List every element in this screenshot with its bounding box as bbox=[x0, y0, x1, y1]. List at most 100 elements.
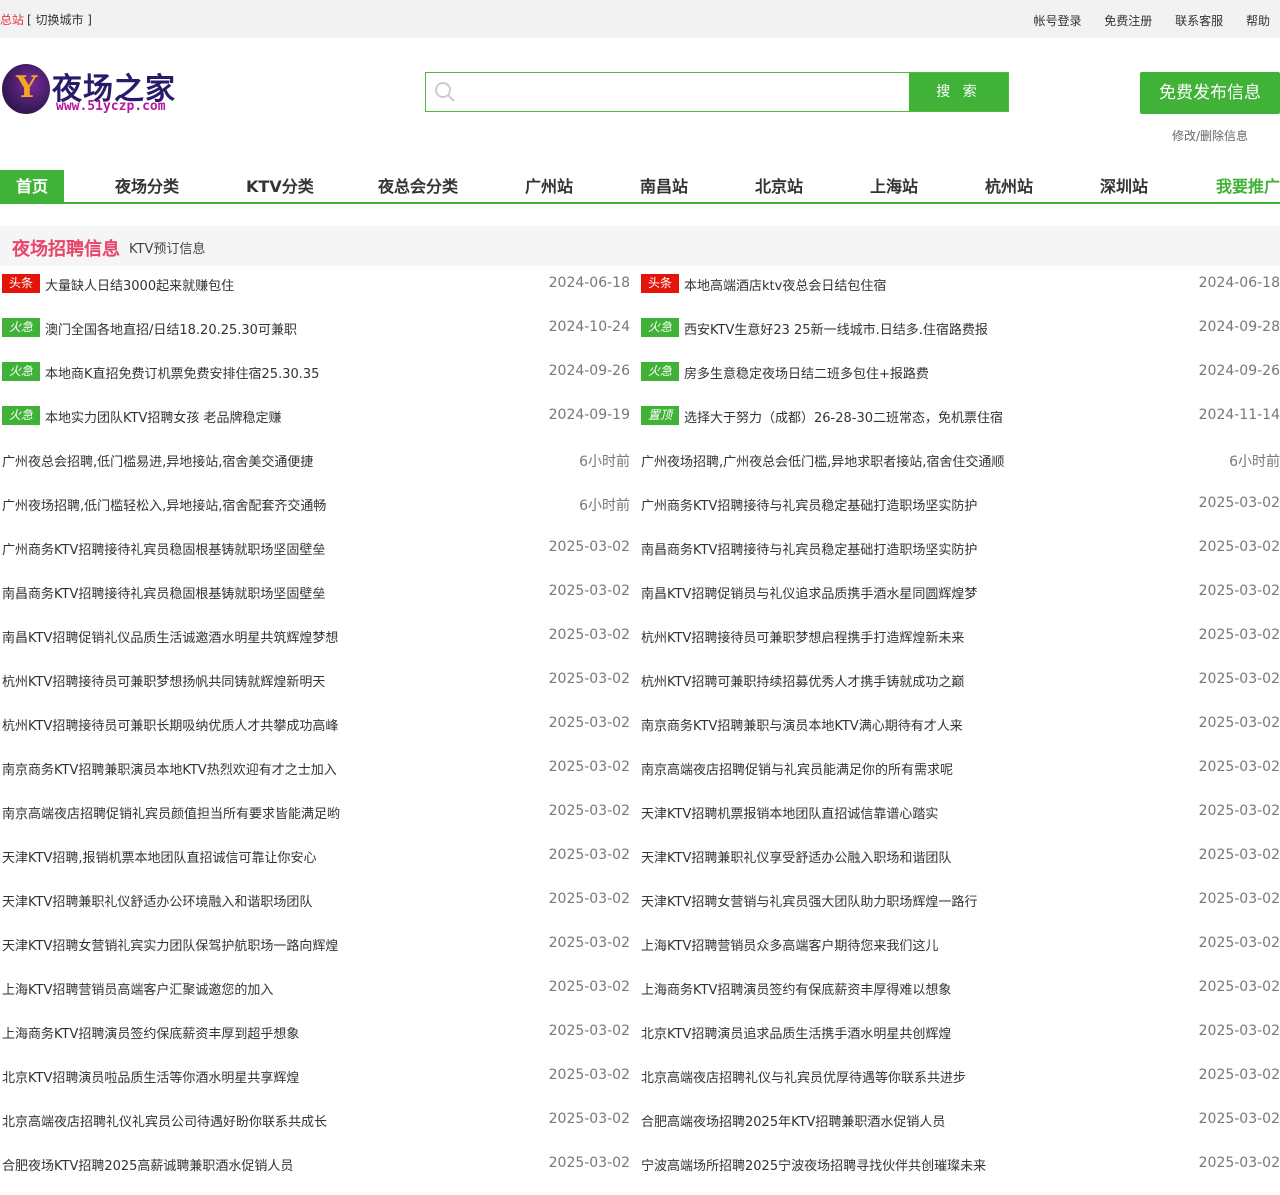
nav-nanchang[interactable]: 南昌站 bbox=[640, 170, 688, 202]
list-item[interactable]: 天津KTV招聘,报销机票本地团队直招诚信可靠让你安心 2025-03-02 bbox=[0, 834, 630, 878]
item-title-link[interactable]: 广州商务KTV招聘接待与礼宾员稳定基础打造职场坚实防护 bbox=[641, 495, 977, 514]
section-title[interactable]: 夜场招聘信息 bbox=[12, 235, 120, 261]
list-item[interactable]: 北京KTV招聘演员追求品质生活携手酒水明星共创辉煌 2025-03-02 bbox=[639, 1010, 1280, 1054]
item-title-link[interactable]: 北京KTV招聘演员追求品质生活携手酒水明星共创辉煌 bbox=[641, 1023, 951, 1042]
list-item[interactable]: 南京商务KTV招聘兼职演员本地KTV热烈欢迎有才之士加入 2025-03-02 bbox=[0, 746, 630, 790]
item-title-link[interactable]: 南京商务KTV招聘兼职演员本地KTV热烈欢迎有才之士加入 bbox=[2, 759, 337, 778]
list-item[interactable]: 南京高端夜店招聘促销与礼宾员能满足你的所有需求呢 2025-03-02 bbox=[639, 746, 1280, 790]
search-button[interactable]: 搜 索 bbox=[909, 73, 1008, 111]
list-item[interactable]: 广州商务KTV招聘接待礼宾员稳固根基铸就职场坚固壁垒 2025-03-02 bbox=[0, 526, 630, 570]
item-title-link[interactable]: 北京高端夜店招聘礼仪与礼宾员优厚待遇等你联系共进步 bbox=[641, 1067, 966, 1086]
list-item[interactable]: 合肥夜场KTV招聘2025高薪诚聘兼职酒水促销人员 2025-03-02 bbox=[0, 1142, 630, 1186]
list-item[interactable]: 南京高端夜店招聘促销礼宾员颜值担当所有要求皆能满足哟 2025-03-02 bbox=[0, 790, 630, 834]
publish-button[interactable]: 免费发布信息 bbox=[1140, 72, 1280, 114]
list-item[interactable]: 火急 西安KTV生意好23 25新一线城市.日结多.住宿路费报 2024-09-28 bbox=[639, 306, 1280, 350]
item-title-link[interactable]: 宁波高端场所招聘2025宁波夜场招聘寻找伙伴共创璀璨未来 bbox=[641, 1155, 986, 1174]
list-item[interactable]: 上海KTV招聘营销员高端客户汇聚诚邀您的加入 2025-03-02 bbox=[0, 966, 630, 1010]
nav-ktv-category[interactable]: KTV分类 bbox=[246, 170, 314, 202]
list-item[interactable]: 头条 本地高端酒店ktv夜总会日结包住宿 2024-06-18 bbox=[639, 262, 1280, 306]
item-title-link[interactable]: 本地实力团队KTV招聘女孩 老品牌稳定赚 bbox=[45, 407, 281, 426]
item-title-link[interactable]: 南京商务KTV招聘兼职与演员本地KTV满心期待有才人来 bbox=[641, 715, 963, 734]
item-title-link[interactable]: 南昌商务KTV招聘接待与礼宾员稳定基础打造职场坚实防护 bbox=[641, 539, 977, 558]
item-title-link[interactable]: 北京高端夜店招聘礼仪礼宾员公司待遇好盼你联系共成长 bbox=[2, 1111, 327, 1130]
list-item[interactable]: 上海商务KTV招聘演员签约保底薪资丰厚到超乎想象 2025-03-02 bbox=[0, 1010, 630, 1054]
list-item[interactable]: 上海商务KTV招聘演员签约有保底薪资丰厚得难以想象 2025-03-02 bbox=[639, 966, 1280, 1010]
site-logo[interactable]: Y 夜场之家 www.51yczp.com bbox=[0, 60, 200, 120]
item-title-link[interactable]: 广州夜总会招聘,低门槛易进,异地接站,宿舍美交通便捷 bbox=[2, 451, 313, 470]
contact-link[interactable]: 联系客服 bbox=[1156, 14, 1223, 28]
item-title-link[interactable]: 合肥夜场KTV招聘2025高薪诚聘兼职酒水促销人员 bbox=[2, 1155, 293, 1174]
list-item[interactable]: 置顶 选择大于努力（成都）26-28-30二班常态，免机票住宿 2024-11-14 bbox=[639, 394, 1280, 438]
item-title-link[interactable]: 上海商务KTV招聘演员签约保底薪资丰厚到超乎想象 bbox=[2, 1023, 299, 1042]
item-title-link[interactable]: 广州商务KTV招聘接待礼宾员稳固根基铸就职场坚固壁垒 bbox=[2, 539, 325, 558]
nav-beijing[interactable]: 北京站 bbox=[755, 170, 803, 202]
item-title-link[interactable]: 合肥高端夜场招聘2025年KTV招聘兼职酒水促销人员 bbox=[641, 1111, 945, 1130]
list-item[interactable]: 天津KTV招聘兼职礼仪舒适办公环境融入和谐职场团队 2025-03-02 bbox=[0, 878, 630, 922]
list-item[interactable]: 合肥高端夜场招聘2025年KTV招聘兼职酒水促销人员 2025-03-02 bbox=[639, 1098, 1280, 1142]
item-title-link[interactable]: 天津KTV招聘机票报销本地团队直招诚信靠谱心踏实 bbox=[641, 803, 938, 822]
item-title-link[interactable]: 本地高端酒店ktv夜总会日结包住宿 bbox=[684, 275, 886, 294]
item-title-link[interactable]: 南京高端夜店招聘促销与礼宾员能满足你的所有需求呢 bbox=[641, 759, 953, 778]
list-item[interactable]: 火急 房多生意稳定夜场日结二班多包住+报路费 2024-09-26 bbox=[639, 350, 1280, 394]
list-item[interactable]: 头条 大量缺人日结3000起来就赚包住 2024-06-18 bbox=[0, 262, 630, 306]
list-item[interactable]: 火急 本地实力团队KTV招聘女孩 老品牌稳定赚 2024-09-19 bbox=[0, 394, 630, 438]
item-title-link[interactable]: 杭州KTV招聘接待员可兼职梦想启程携手打造辉煌新未来 bbox=[641, 627, 964, 646]
nav-nightclub-category[interactable]: 夜场分类 bbox=[115, 170, 179, 202]
list-item[interactable]: 杭州KTV招聘接待员可兼职梦想扬帆共同铸就辉煌新明天 2025-03-02 bbox=[0, 658, 630, 702]
nav-promote[interactable]: 我要推广 bbox=[1216, 170, 1280, 202]
list-item[interactable]: 南昌商务KTV招聘接待与礼宾员稳定基础打造职场坚实防护 2025-03-02 bbox=[639, 526, 1280, 570]
list-item[interactable]: 上海KTV招聘营销员众多高端客户期待您来我们这儿 2025-03-02 bbox=[639, 922, 1280, 966]
item-title-link[interactable]: 北京KTV招聘演员啦品质生活等你酒水明星共享辉煌 bbox=[2, 1067, 299, 1086]
item-title-link[interactable]: 天津KTV招聘女营销与礼宾员强大团队助力职场辉煌一路行 bbox=[641, 891, 977, 910]
list-item[interactable]: 北京高端夜店招聘礼仪与礼宾员优厚待遇等你联系共进步 2025-03-02 bbox=[639, 1054, 1280, 1098]
item-title-link[interactable]: 上海商务KTV招聘演员签约有保底薪资丰厚得难以想象 bbox=[641, 979, 951, 998]
item-title-link[interactable]: 选择大于努力（成都）26-28-30二班常态，免机票住宿 bbox=[684, 407, 1003, 426]
nav-shanghai[interactable]: 上海站 bbox=[870, 170, 918, 202]
item-title-link[interactable]: 天津KTV招聘女营销礼宾实力团队保驾护航职场一路向辉煌 bbox=[2, 935, 338, 954]
item-title-link[interactable]: 南昌KTV招聘促销礼仪品质生活诚邀酒水明星共筑辉煌梦想 bbox=[2, 627, 338, 646]
list-item[interactable]: 天津KTV招聘兼职礼仪享受舒适办公融入职场和谐团队 2025-03-02 bbox=[639, 834, 1280, 878]
list-item[interactable]: 北京高端夜店招聘礼仪礼宾员公司待遇好盼你联系共成长 2025-03-02 bbox=[0, 1098, 630, 1142]
list-item[interactable]: 南昌商务KTV招聘接待礼宾员稳固根基铸就职场坚固壁垒 2025-03-02 bbox=[0, 570, 630, 614]
section-subtitle[interactable]: KTV预订信息 bbox=[129, 238, 205, 257]
home-station-link[interactable]: 总站 bbox=[0, 11, 24, 28]
list-item[interactable]: 杭州KTV招聘接待员可兼职梦想启程携手打造辉煌新未来 2025-03-02 bbox=[639, 614, 1280, 658]
list-item[interactable]: 宁波高端场所招聘2025宁波夜场招聘寻找伙伴共创璀璨未来 2025-03-02 bbox=[639, 1142, 1280, 1186]
list-item[interactable]: 广州夜总会招聘,低门槛易进,异地接站,宿舍美交通便捷 6小时前 bbox=[0, 438, 630, 482]
item-title-link[interactable]: 南昌KTV招聘促销员与礼仪追求品质携手酒水星同圆辉煌梦 bbox=[641, 583, 977, 602]
list-item[interactable]: 天津KTV招聘机票报销本地团队直招诚信靠谱心踏实 2025-03-02 bbox=[639, 790, 1280, 834]
list-item[interactable]: 广州夜场招聘,广州夜总会低门槛,异地求职者接站,宿舍住交通顺 6小时前 bbox=[639, 438, 1280, 482]
item-title-link[interactable]: 广州夜场招聘,广州夜总会低门槛,异地求职者接站,宿舍住交通顺 bbox=[641, 451, 1004, 470]
list-item[interactable]: 南昌KTV招聘促销礼仪品质生活诚邀酒水明星共筑辉煌梦想 2025-03-02 bbox=[0, 614, 630, 658]
item-title-link[interactable]: 广州夜场招聘,低门槛轻松入,异地接站,宿舍配套齐交通畅 bbox=[2, 495, 326, 514]
login-link[interactable]: 帐号登录 bbox=[1014, 14, 1081, 28]
help-link[interactable]: 帮助 bbox=[1227, 14, 1270, 28]
item-title-link[interactable]: 杭州KTV招聘接待员可兼职梦想扬帆共同铸就辉煌新明天 bbox=[2, 671, 325, 690]
list-item[interactable]: 南昌KTV招聘促销员与礼仪追求品质携手酒水星同圆辉煌梦 2025-03-02 bbox=[639, 570, 1280, 614]
switch-city-link[interactable]: [ 切换城市 ] bbox=[27, 11, 92, 28]
item-title-link[interactable]: 上海KTV招聘营销员高端客户汇聚诚邀您的加入 bbox=[2, 979, 273, 998]
list-item[interactable]: 杭州KTV招聘可兼职持续招募优秀人才携手铸就成功之巅 2025-03-02 bbox=[639, 658, 1280, 702]
modify-delete-link[interactable]: 修改/删除信息 bbox=[1172, 127, 1248, 144]
nav-home[interactable]: 首页 bbox=[0, 170, 64, 202]
list-item[interactable]: 南京商务KTV招聘兼职与演员本地KTV满心期待有才人来 2025-03-02 bbox=[639, 702, 1280, 746]
item-title-link[interactable]: 南京高端夜店招聘促销礼宾员颜值担当所有要求皆能满足哟 bbox=[2, 803, 340, 822]
list-item[interactable]: 天津KTV招聘女营销与礼宾员强大团队助力职场辉煌一路行 2025-03-02 bbox=[639, 878, 1280, 922]
item-title-link[interactable]: 南昌商务KTV招聘接待礼宾员稳固根基铸就职场坚固壁垒 bbox=[2, 583, 325, 602]
item-title-link[interactable]: 天津KTV招聘兼职礼仪舒适办公环境融入和谐职场团队 bbox=[2, 891, 312, 910]
item-title-link[interactable]: 上海KTV招聘营销员众多高端客户期待您来我们这儿 bbox=[641, 935, 938, 954]
item-title-link[interactable]: 大量缺人日结3000起来就赚包住 bbox=[45, 275, 234, 294]
item-title-link[interactable]: 天津KTV招聘兼职礼仪享受舒适办公融入职场和谐团队 bbox=[641, 847, 951, 866]
list-item[interactable]: 广州商务KTV招聘接待与礼宾员稳定基础打造职场坚实防护 2025-03-02 bbox=[639, 482, 1280, 526]
item-title-link[interactable]: 澳门全国各地直招/日结18.20.25.30可兼职 bbox=[45, 319, 297, 338]
item-title-link[interactable]: 西安KTV生意好23 25新一线城市.日结多.住宿路费报 bbox=[684, 319, 988, 338]
list-item[interactable]: 火急 澳门全国各地直招/日结18.20.25.30可兼职 2024-10-24 bbox=[0, 306, 630, 350]
item-title-link[interactable]: 杭州KTV招聘可兼职持续招募优秀人才携手铸就成功之巅 bbox=[641, 671, 964, 690]
item-title-link[interactable]: 天津KTV招聘,报销机票本地团队直招诚信可靠让你安心 bbox=[2, 847, 316, 866]
list-item[interactable]: 天津KTV招聘女营销礼宾实力团队保驾护航职场一路向辉煌 2025-03-02 bbox=[0, 922, 630, 966]
register-link[interactable]: 免费注册 bbox=[1085, 14, 1152, 28]
list-item[interactable]: 杭州KTV招聘接待员可兼职长期吸纳优质人才共攀成功高峰 2025-03-02 bbox=[0, 702, 630, 746]
item-title-link[interactable]: 房多生意稳定夜场日结二班多包住+报路费 bbox=[684, 363, 929, 382]
nav-hangzhou[interactable]: 杭州站 bbox=[985, 170, 1033, 202]
list-item[interactable]: 广州夜场招聘,低门槛轻松入,异地接站,宿舍配套齐交通畅 6小时前 bbox=[0, 482, 630, 526]
